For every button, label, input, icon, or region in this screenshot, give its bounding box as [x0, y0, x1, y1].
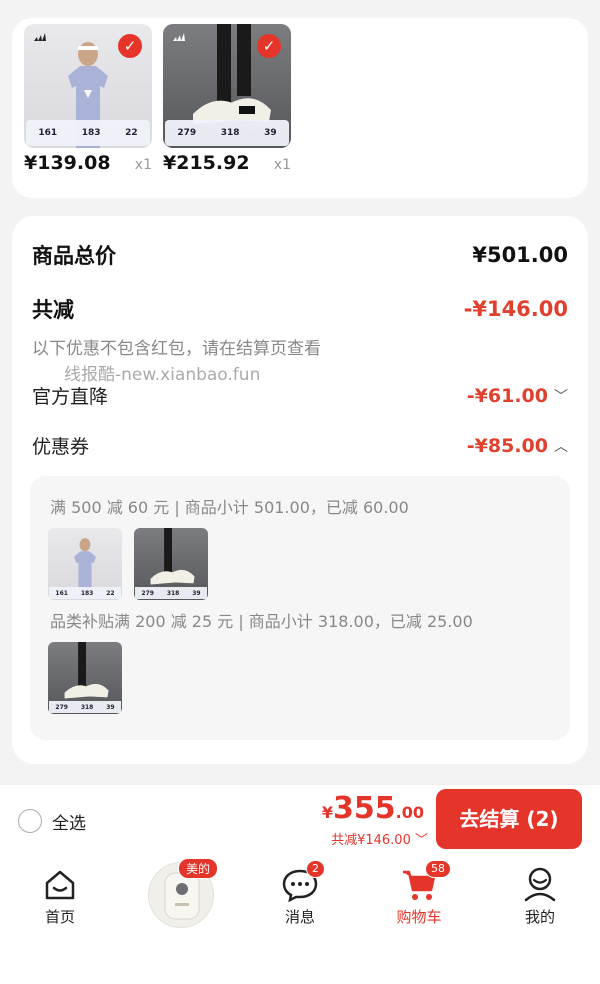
- chevron-down-icon[interactable]: ﹀: [415, 833, 428, 848]
- home-icon: [45, 870, 75, 900]
- coupon-detail-panel: 满 500 减 60 元 | 商品小计 501.00，已减 60.00 161 …: [30, 476, 570, 740]
- official-discount-label: 官方直降: [32, 386, 109, 408]
- chevron-down-icon[interactable]: ﹀: [554, 386, 568, 406]
- total-reduce-value: -¥146.00: [463, 297, 568, 321]
- chevron-up-icon[interactable]: ︿: [554, 436, 568, 456]
- brand-logo-icon: [173, 33, 185, 41]
- coupon-row[interactable]: 优惠券 -¥85.00 ︿: [32, 432, 568, 459]
- brand-logo-icon: [34, 33, 46, 41]
- tab-messages[interactable]: 2 消息: [260, 860, 340, 927]
- price-summary-card: 商品总价 ¥501.00 共减 -¥146.00 以下优惠不包含红包，请在结算页…: [12, 216, 588, 764]
- total-reduce-label: 共减: [32, 298, 74, 322]
- bottom-tab-bar: 首页 美的 2 消息 58 购物车 我的: [0, 856, 600, 984]
- cart-badge: 58: [425, 860, 451, 878]
- message-badge: 2: [306, 860, 325, 878]
- coupon-rule-text: 满 500 减 60 元 | 商品小计 501.00，已减 60.00: [50, 498, 409, 517]
- coupon-rule-text: 品类补贴满 200 减 25 元 | 商品小计 318.00，已减 25.00: [50, 612, 473, 631]
- select-all-label[interactable]: 全选: [52, 809, 86, 834]
- official-discount-value: -¥61.00: [466, 384, 548, 407]
- tab-cart[interactable]: 58 购物车: [379, 860, 459, 927]
- discount-note: 以下优惠不包含红包，请在结算页查看: [32, 339, 321, 359]
- tab-profile[interactable]: 我的: [500, 862, 580, 927]
- select-all-radio[interactable]: [18, 809, 42, 833]
- checkout-button[interactable]: 去结算 (2): [436, 789, 582, 849]
- product-item[interactable]: ✓ 161 183 22 ¥139.08 x1: [24, 24, 152, 174]
- selected-check-icon[interactable]: ✓: [118, 34, 142, 58]
- coupon-product-thumbnail[interactable]: 161 183 22: [48, 528, 122, 600]
- selected-products-card: ✓ 161 183 22 ¥139.08 x1 ✓ 279 318 39 ¥21…: [12, 18, 588, 198]
- selected-check-icon[interactable]: ✓: [257, 34, 281, 58]
- official-discount-row[interactable]: 官方直降 -¥61.00 ﹀: [32, 382, 568, 409]
- product-item[interactable]: ✓ 279 318 39 ¥215.92 x1: [163, 24, 291, 174]
- coupon-product-thumbnail[interactable]: 279 318 39: [134, 528, 208, 600]
- product-thumbnail[interactable]: ✓ 279 318 39: [163, 24, 291, 148]
- coupon-product-thumbnail[interactable]: 279 318 39: [48, 642, 122, 714]
- product-price: ¥139.08: [24, 152, 111, 174]
- coupon-label: 优惠券: [32, 436, 90, 458]
- product-price: ¥215.92: [163, 152, 250, 174]
- promo-tag: 美的: [178, 858, 219, 879]
- checkout-reduce-detail[interactable]: 共减¥146.00 ﹀: [331, 829, 428, 848]
- total-price-label: 商品总价: [32, 244, 116, 268]
- payable-amount: ¥355.00: [321, 791, 424, 826]
- product-stats-strip: 279 318 39: [165, 120, 289, 146]
- product-stats-strip: 161 183 22: [26, 120, 150, 146]
- coupon-value: -¥85.00: [466, 434, 548, 457]
- tab-home[interactable]: 首页: [20, 862, 100, 927]
- checkout-bar: 全选 ¥355.00 共减¥146.00 ﹀ 去结算 (2): [0, 784, 600, 856]
- product-thumbnail[interactable]: ✓ 161 183 22: [24, 24, 152, 148]
- profile-icon: [524, 867, 556, 902]
- total-price-value: ¥501.00: [472, 243, 568, 267]
- product-quantity: x1: [134, 157, 152, 173]
- product-quantity: x1: [273, 157, 291, 173]
